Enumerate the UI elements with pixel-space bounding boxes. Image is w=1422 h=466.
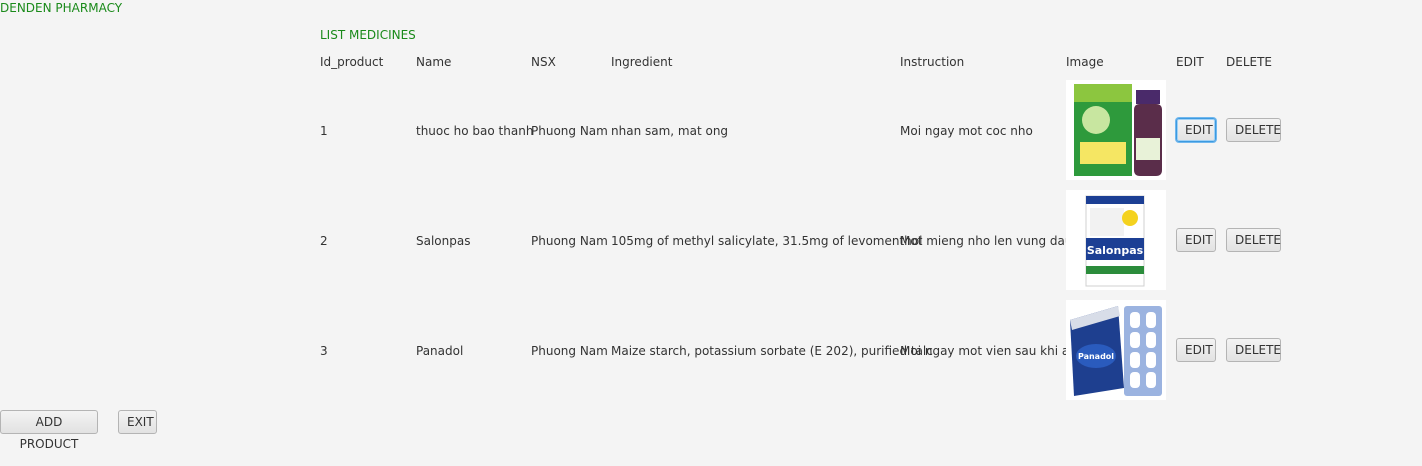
header-name: Name — [416, 55, 452, 69]
panadol-image: Panadol — [1066, 300, 1166, 400]
salonpas-logo-text: Salonpas — [1087, 244, 1144, 257]
cell-nsx: Phuong Nam — [531, 124, 608, 138]
list-title: LIST MEDICINES — [320, 28, 416, 42]
delete-button[interactable]: DELETE — [1226, 118, 1281, 142]
cell-instruction: Moi ngay mot vien sau khi an — [900, 344, 1077, 358]
cell-nsx: Phuong Nam — [531, 234, 608, 248]
exit-button[interactable]: EXIT — [118, 410, 157, 434]
header-instruction: Instruction — [900, 55, 965, 69]
cell-id: 3 — [320, 344, 328, 358]
cell-nsx: Phuong Nam — [531, 344, 608, 358]
header-ingredient: Ingredient — [611, 55, 673, 69]
panadol-logo-text: Panadol — [1078, 352, 1114, 361]
header-image: Image — [1066, 55, 1104, 69]
salonpas-image: Salonpas — [1066, 190, 1166, 290]
cell-ingredient: nhan sam, mat ong — [611, 124, 729, 138]
cell-instruction: Moi ngay mot coc nho — [900, 124, 1033, 138]
cell-ingredient: Maize starch, potassium sorbate (E 202),… — [611, 344, 933, 358]
delete-button[interactable]: DELETE — [1226, 338, 1281, 362]
delete-button[interactable]: DELETE — [1226, 228, 1281, 252]
add-product-button[interactable]: ADD PRODUCT — [0, 410, 98, 451]
header-delete: DELETE — [1226, 55, 1273, 69]
header-edit: EDIT — [1176, 55, 1204, 69]
cell-name: Panadol — [416, 344, 464, 358]
edit-button[interactable]: EDIT — [1176, 338, 1216, 362]
header-nsx: NSX — [531, 55, 556, 69]
cough-syrup-image — [1066, 80, 1166, 180]
cell-name: thuoc ho bao thanh — [416, 124, 534, 138]
cell-id: 1 — [320, 124, 328, 138]
edit-button[interactable]: EDIT — [1176, 118, 1216, 142]
cell-instruction: Mot mieng nho len vung dau — [900, 234, 1073, 248]
cell-name: Salonpas — [416, 234, 471, 248]
cell-id: 2 — [320, 234, 328, 248]
app-title: DENDEN PHARMACY — [0, 1, 123, 15]
cell-ingredient: 105mg of methyl salicylate, 31.5mg of le… — [611, 234, 923, 248]
header-id: Id_product — [320, 55, 384, 69]
edit-button[interactable]: EDIT — [1176, 228, 1216, 252]
